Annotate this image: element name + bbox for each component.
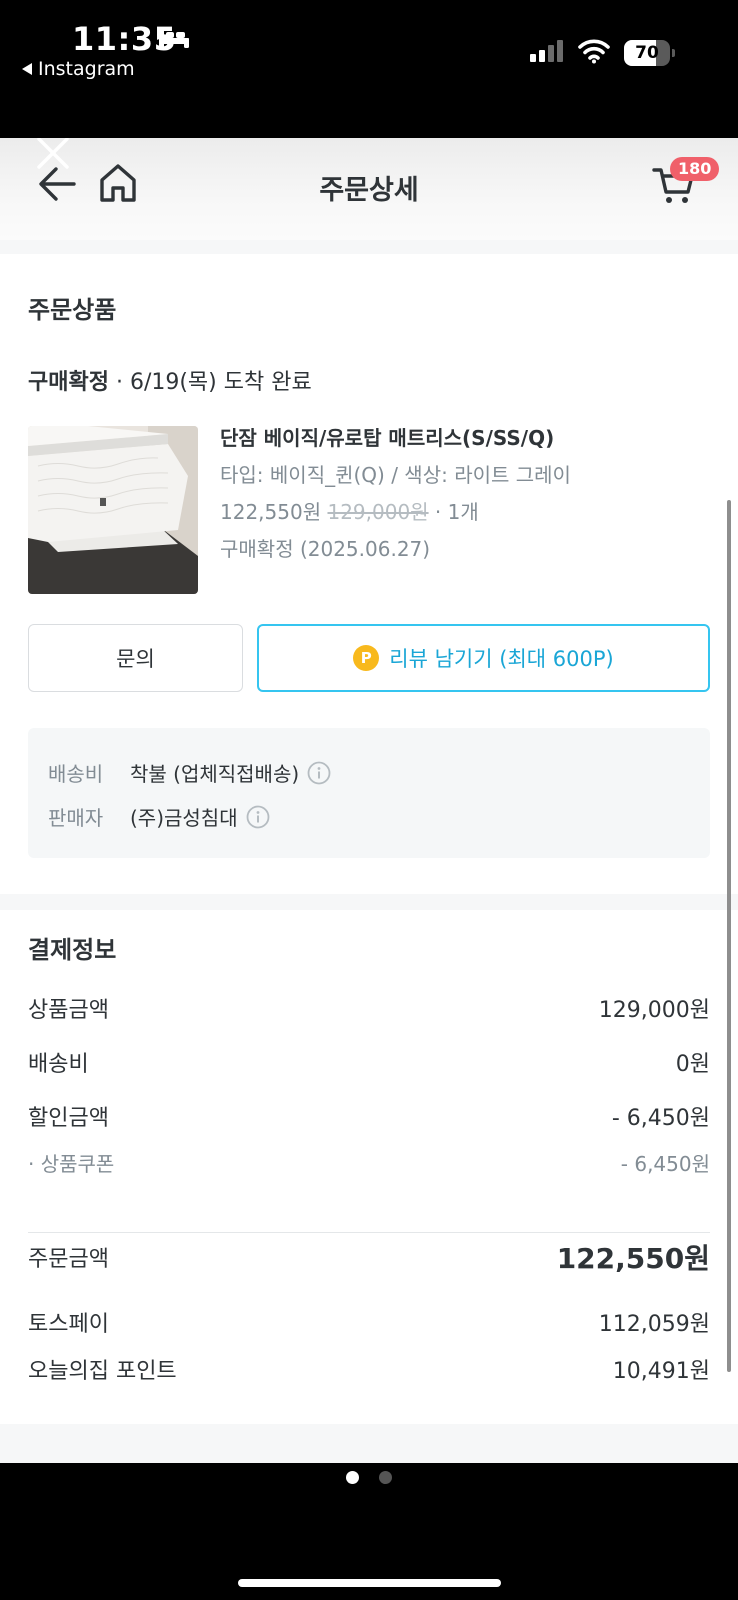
page-indicator-dot[interactable] bbox=[379, 1471, 392, 1484]
section-divider bbox=[0, 1424, 738, 1463]
product-option: 타입: 베이직_퀸(Q) / 색상: 라이트 그레이 bbox=[220, 463, 571, 487]
payment-row-label: 배송비 bbox=[28, 1052, 89, 1077]
payment-method-label: 토스페이 bbox=[28, 1312, 109, 1337]
ordered-products-title: 주문상품 bbox=[28, 296, 117, 324]
bottom-bar bbox=[0, 1463, 738, 1600]
sleep-focus-icon bbox=[159, 30, 189, 48]
product-price-line: 122,550원 129,000원 · 1개 bbox=[220, 496, 479, 525]
order-status-detail: · 6/19(목) 도착 완료 bbox=[108, 370, 312, 395]
scrollbar[interactable] bbox=[727, 500, 731, 1372]
write-review-button[interactable]: P 리뷰 남기기 (최대 600P) bbox=[257, 624, 710, 692]
home-indicator[interactable] bbox=[238, 1579, 501, 1587]
order-total-value: 122,550원 bbox=[556, 1242, 710, 1275]
shipping-fee-value: 착불 (업체직접배송) bbox=[130, 762, 300, 786]
product-thumbnail[interactable] bbox=[28, 426, 198, 594]
back-triangle-icon bbox=[22, 63, 32, 75]
payment-row-label: 상품금액 bbox=[28, 998, 109, 1023]
shipping-fee-label: 배송비 bbox=[48, 762, 104, 786]
back-app-label: Instagram bbox=[38, 58, 135, 80]
section-divider bbox=[0, 240, 738, 254]
product-name[interactable]: 단잠 베이직/유로탑 매트리스(S/SS/Q) bbox=[220, 422, 554, 451]
payment-row-sub: · 상품쿠폰 - 6,450원 bbox=[28, 1148, 710, 1177]
payment-method-value: 10,491원 bbox=[612, 1359, 710, 1384]
payment-method-row: 오늘의집 포인트 10,491원 bbox=[28, 1353, 710, 1385]
page-title: 주문상세 bbox=[319, 175, 419, 206]
product-quantity: · 1개 bbox=[428, 500, 479, 524]
payment-row-value: - 6,450원 bbox=[620, 1152, 710, 1176]
seller-row: 판매자 (주)금성침대 bbox=[48, 802, 270, 831]
cellular-signal-icon bbox=[530, 40, 563, 62]
back-to-app-link[interactable]: Instagram bbox=[22, 58, 135, 80]
order-total-row: 주문금액 122,550원 bbox=[28, 1234, 710, 1280]
mattress-image bbox=[28, 426, 198, 594]
order-detail-screen: 주문상세 180 주문상품 구매확정 · 6/19(목) 도착 완료 단잠 베이… bbox=[0, 138, 738, 1463]
payment-row: 상품금액 129,000원 bbox=[28, 992, 710, 1024]
status-bar: 11:35 Instagram 70 bbox=[0, 0, 738, 138]
top-navigation-bar: 주문상세 180 bbox=[0, 138, 738, 240]
cart-count-badge: 180 bbox=[670, 157, 720, 181]
battery-level: 70 bbox=[635, 43, 659, 63]
payment-method-value: 112,059원 bbox=[598, 1312, 710, 1337]
seller-name[interactable]: (주)금성침대 bbox=[130, 802, 238, 831]
page-indicator-dot-active[interactable] bbox=[346, 1471, 359, 1484]
point-coin-icon: P bbox=[353, 645, 380, 671]
seller-label: 판매자 bbox=[48, 806, 104, 830]
payment-row-value: 0원 bbox=[675, 1052, 710, 1077]
section-divider bbox=[0, 894, 738, 910]
payment-info-title: 결제정보 bbox=[28, 936, 117, 964]
shipping-info-box: 배송비 착불 (업체직접배송) 판매자 (주)금성침대 bbox=[28, 728, 710, 858]
inquiry-button-label: 문의 bbox=[116, 647, 155, 671]
payment-row-label: 할인금액 bbox=[28, 1106, 109, 1131]
shipping-fee-row: 배송비 착불 (업체직접배송) bbox=[48, 758, 331, 787]
info-icon[interactable] bbox=[246, 805, 270, 829]
battery-icon: 70 bbox=[624, 40, 675, 66]
order-total-label: 주문금액 bbox=[28, 1247, 109, 1272]
payment-row-value: - 6,450원 bbox=[611, 1106, 710, 1131]
payment-row: 배송비 0원 bbox=[28, 1046, 710, 1078]
payment-row: 할인금액 - 6,450원 bbox=[28, 1100, 710, 1132]
payment-method-row: 토스페이 112,059원 bbox=[28, 1306, 710, 1338]
wifi-icon bbox=[578, 39, 610, 64]
product-price: 122,550원 bbox=[220, 500, 322, 524]
divider bbox=[28, 1232, 710, 1233]
order-status: 구매확정 · 6/19(목) 도착 완료 bbox=[28, 364, 312, 396]
order-status-label: 구매확정 bbox=[28, 370, 109, 395]
inquiry-button[interactable]: 문의 bbox=[28, 624, 243, 692]
write-review-label: 리뷰 남기기 (최대 600P) bbox=[389, 647, 614, 671]
original-price: 129,000원 bbox=[327, 500, 429, 524]
info-icon[interactable] bbox=[307, 761, 331, 785]
payment-row-value: 129,000원 bbox=[598, 998, 710, 1023]
payment-row-label: · 상품쿠폰 bbox=[28, 1152, 115, 1176]
payment-method-label: 오늘의집 포인트 bbox=[28, 1359, 177, 1384]
purchase-confirm-date: 구매확정 (2025.06.27) bbox=[220, 537, 431, 561]
